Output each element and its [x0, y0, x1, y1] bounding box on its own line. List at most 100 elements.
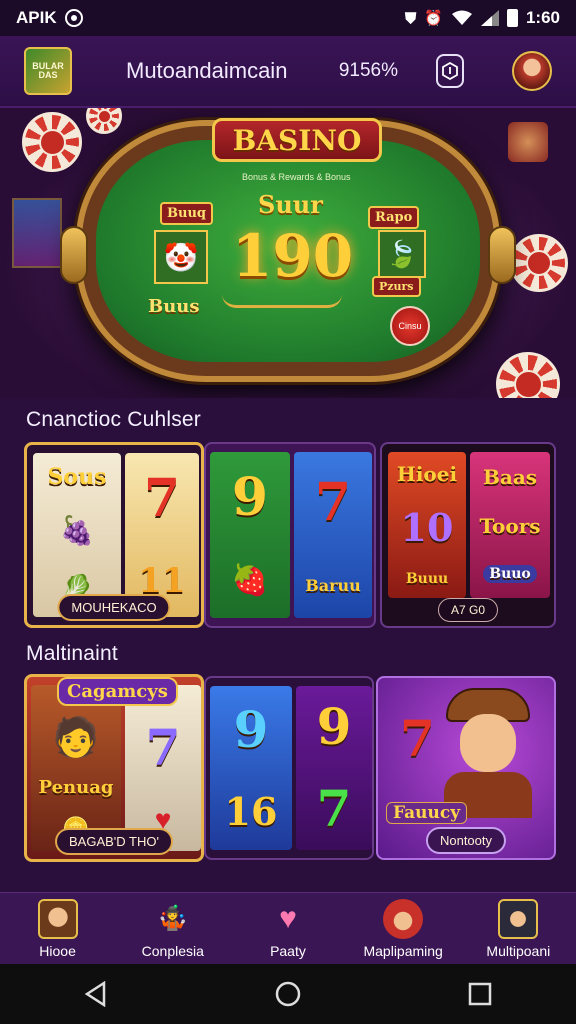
reel-symbol: Buuu: [405, 570, 449, 587]
slot-machine-bg: [12, 198, 62, 268]
joker-icon: 🤹: [157, 905, 188, 932]
hero-banner[interactable]: BASINO Bonus & Rewards & Bonus Suur 190 …: [0, 108, 576, 398]
game-badge: Fauucy: [386, 802, 468, 824]
back-triangle-icon: [84, 981, 106, 1007]
nav-item-paaty[interactable]: ♥ Paaty: [233, 899, 343, 959]
slot-reel: Baas Toors Buuo: [470, 452, 550, 598]
game-card[interactable]: Hioei 10 Buuu Baas Toors Buuo A7 G0: [380, 442, 556, 628]
table-tag: Buus: [148, 296, 200, 317]
casino-table: BASINO Bonus & Rewards & Bonus Suur 190 …: [60, 118, 516, 382]
profile-avatar[interactable]: [512, 51, 552, 91]
player-icon: [383, 898, 424, 939]
nav-item-maplipaming[interactable]: Maplipaming: [348, 898, 458, 959]
joker-card-icon: 🤡: [154, 230, 208, 284]
spin-button[interactable]: Cinsu: [390, 306, 430, 346]
slot-reel: 7 11: [125, 453, 199, 617]
bottom-nav: Hiooe 🤹 Conplesia ♥ Paaty Maplipaming Mu…: [0, 892, 576, 964]
berry-icon: 🍓: [231, 564, 269, 598]
slot-reel: 9 🍓: [210, 452, 290, 618]
recents-square-icon: [468, 982, 492, 1006]
grape-icon: 🍇: [59, 515, 95, 546]
home-circle-icon: [275, 981, 301, 1007]
game-badge: Cagamcys: [57, 677, 178, 706]
character-face-icon: 🧑: [52, 717, 100, 760]
game-card-label: BAGAB'D THO': [55, 828, 173, 855]
nav-item-multipoani[interactable]: Multipoani: [463, 898, 573, 959]
table-tag: Pzurs: [372, 276, 421, 297]
wallet-button[interactable]: [436, 54, 464, 88]
game-card[interactable]: Sous 🍇 🥬 7 11 MOUHEKACO: [24, 442, 204, 628]
section-title-1: Cnanctioc Cuhlser: [26, 408, 201, 431]
reel-symbol: 10: [400, 504, 454, 550]
reel-symbol: Toors: [479, 513, 541, 538]
reel-symbol: Penuag: [38, 776, 114, 798]
table-handle-right: [488, 226, 516, 284]
heart-icon: ♥: [279, 901, 297, 935]
chip-icon: [22, 112, 82, 172]
table-ornament: [222, 294, 342, 308]
game-card-label: MOUHEKACO: [57, 594, 171, 621]
system-nav-bar: [0, 964, 576, 1024]
casino-badge: BASINO: [212, 118, 382, 162]
home-avatar-icon: [37, 898, 78, 939]
reel-symbol: 7: [316, 779, 352, 838]
game-card[interactable]: 7 Fauucy Nontooty: [376, 676, 556, 860]
slot-reel: Hioei 10 Buuu: [388, 452, 466, 598]
clock: 1:60: [525, 8, 560, 27]
nav-item-home[interactable]: Hiooe: [3, 898, 113, 959]
wifi-icon: [451, 10, 472, 25]
status-left: APIK: [16, 8, 83, 28]
multiplayer-icon: [498, 898, 539, 939]
reel-symbol: Hioei: [396, 462, 458, 487]
chip-icon: [496, 352, 560, 398]
alarm-icon: ⏰: [424, 10, 443, 27]
home-button[interactable]: [268, 974, 308, 1014]
game-card[interactable]: 9 16 9 7: [204, 676, 374, 860]
app-logo[interactable]: BULAR DAS: [24, 47, 72, 95]
status-right: ⛊ ⏰ 1:60: [405, 8, 560, 28]
reel-symbol: 7: [400, 709, 435, 768]
reel-symbol: 16: [224, 789, 278, 834]
table-tag: Buuq: [160, 202, 213, 225]
page-title: Mutoandaimcain: [126, 58, 288, 83]
game-card[interactable]: 🧑 Penuag 🪙 7 ♥ Cagamcys BAGAB'D THO': [24, 674, 204, 862]
back-button[interactable]: [76, 974, 116, 1014]
table-tag: Rapo: [368, 206, 420, 229]
nav-label: Conplesia: [141, 942, 204, 959]
section-title-2: Maltinaint: [26, 642, 118, 665]
logo-text: BULAR DAS: [32, 61, 64, 80]
game-card[interactable]: 9 🍓 7 Baruu: [204, 442, 376, 628]
jackpot-amount: 190: [232, 222, 354, 290]
nav-label: Paaty: [270, 942, 306, 959]
target-icon: [64, 9, 83, 27]
signal-icon: [480, 10, 499, 26]
nav-label: Hiooe: [39, 942, 76, 959]
reel-symbol: 9: [316, 697, 352, 756]
reel-symbol: 7: [145, 717, 181, 777]
slot-reel: 9 16: [210, 686, 292, 850]
bonus-label: Suur: [258, 190, 323, 219]
balance-label: 9156%: [338, 60, 398, 81]
reel-symbol: 7: [314, 471, 352, 533]
nav-label: Maplipaming: [363, 942, 443, 959]
reel-symbol: Baruu: [305, 575, 361, 595]
slot-reel: Sous 🍇 🥬: [33, 453, 121, 617]
game-card-label: A7 G0: [437, 598, 499, 622]
reel-symbol: 9: [231, 466, 269, 528]
reel-symbol: Buuo: [483, 565, 537, 584]
reel-symbol: Sous: [47, 464, 107, 490]
status-bar: APIK ⛊ ⏰ 1:60: [0, 0, 576, 36]
slot-reel: 9 7: [296, 686, 372, 850]
recents-button[interactable]: [460, 974, 500, 1014]
lamp-bg: [508, 122, 548, 162]
game-card-label: Nontooty: [425, 827, 507, 854]
nav-item-conplesia[interactable]: 🤹 Conplesia: [118, 899, 228, 959]
carrier-label: APIK: [16, 8, 57, 27]
player-character-icon: [440, 688, 536, 818]
reel-symbol: Baas: [482, 464, 538, 489]
reel-symbol: 11: [138, 560, 186, 601]
hexagon-icon: [442, 62, 458, 80]
reel-symbol: 9: [233, 700, 269, 759]
nav-label: Multipoani: [486, 942, 551, 959]
slot-reel: 7 ♥: [125, 685, 201, 851]
